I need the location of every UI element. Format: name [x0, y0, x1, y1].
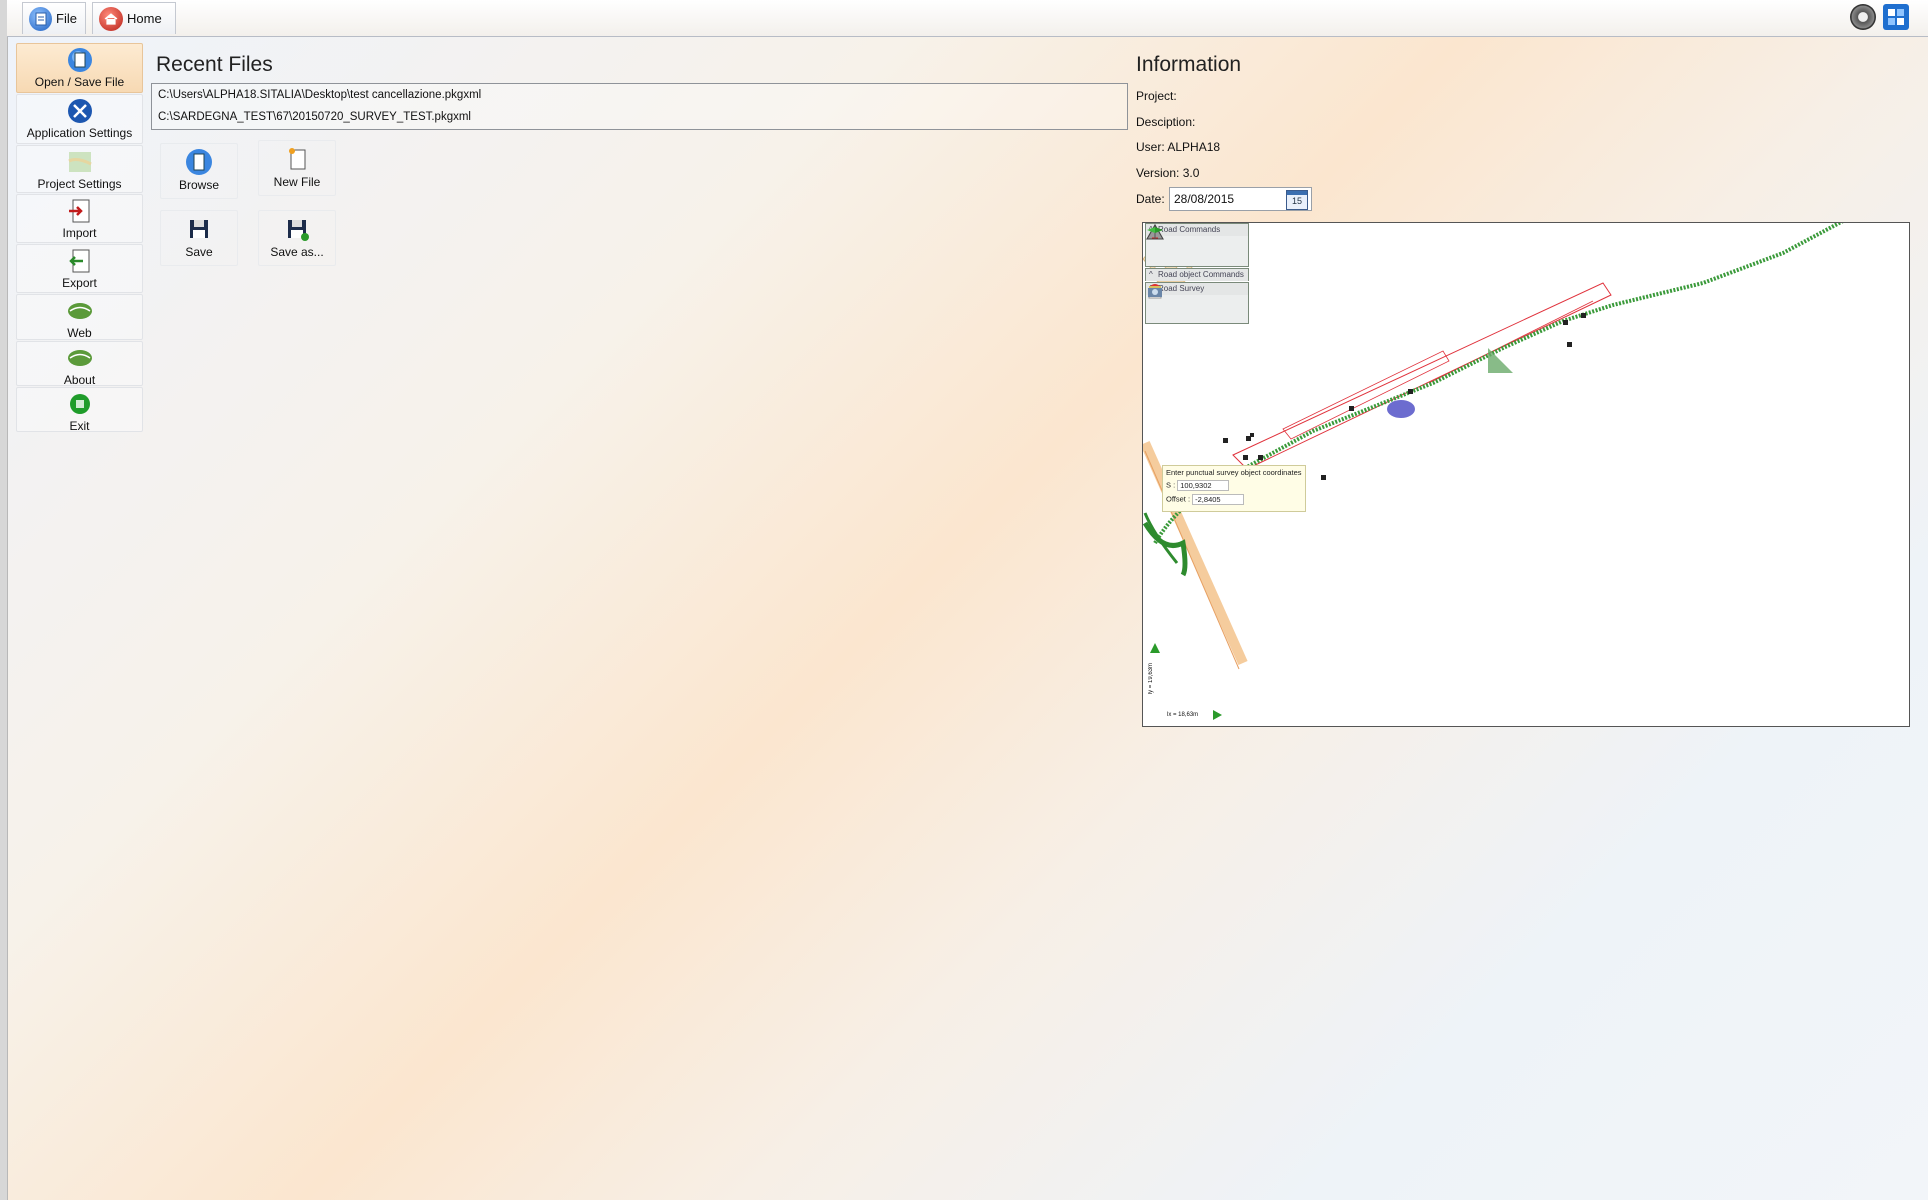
road-survey-panel: Road Survey: [1145, 282, 1249, 324]
gear-icon[interactable]: [1850, 4, 1876, 30]
fullscreen-icon[interactable]: [1883, 4, 1909, 30]
date-label: Date:: [1136, 192, 1165, 206]
save-button[interactable]: Save: [160, 210, 238, 266]
save-as-button[interactable]: Save as...: [258, 210, 336, 266]
description-row: Desciption:: [1136, 115, 1195, 129]
recent-file-item[interactable]: C:\Users\ALPHA18.SITALIA\Desktop\test ca…: [152, 84, 1127, 106]
new-file-label: New File: [273, 175, 321, 189]
backstage-sidebar: Open / Save File Application Settings Pr…: [16, 43, 143, 433]
offset-row: Offset : -2,8405: [1166, 494, 1302, 505]
file-icon: [29, 6, 53, 31]
sidebar-item-label: Export: [62, 276, 97, 290]
popup-title: Enter punctual survey object coordinates: [1166, 468, 1302, 477]
exit-icon: [69, 394, 90, 414]
sidebar-item-exit[interactable]: Exit: [16, 387, 143, 433]
browse-label: Browse: [178, 178, 219, 192]
open-save-icon: [67, 48, 92, 72]
sidebar-item-label: Application Settings: [26, 126, 133, 140]
sidebar-item-application-settings[interactable]: Application Settings: [16, 94, 143, 144]
tab-file-label: File: [56, 11, 77, 26]
project-row: Project:: [1136, 89, 1177, 103]
user-label: User:: [1136, 140, 1165, 154]
sidebar-item-open-save-file[interactable]: Open / Save File: [16, 43, 143, 93]
panel-body: [1146, 224, 1248, 260]
version-row: Version: 3.0: [1136, 166, 1199, 180]
project-label: Project:: [1136, 89, 1177, 103]
recent-files-list: C:\Users\ALPHA18.SITALIA\Desktop\test ca…: [151, 83, 1128, 130]
sidebar-item-export[interactable]: Export: [16, 244, 143, 293]
offset-label: Offset :: [1166, 494, 1191, 504]
ribbon-tab-bar: File Home: [7, 0, 1928, 37]
about-icon: [67, 350, 92, 366]
information-title: Information: [1136, 53, 1242, 76]
calendar-day: 15: [1291, 196, 1302, 206]
import-icon: [68, 199, 89, 223]
date-value[interactable]: 28/08/2015: [1174, 192, 1234, 206]
calendar-icon[interactable]: 15: [1286, 190, 1308, 210]
tools-icon: [67, 99, 92, 123]
road-object-commands-panel: Road object Commands: [1145, 268, 1249, 281]
s-label: S :: [1166, 480, 1176, 490]
version-value: 3.0: [1182, 166, 1200, 180]
tab-home[interactable]: Home: [92, 2, 176, 34]
sidebar-item-label: Exit: [69, 419, 90, 433]
panel-title[interactable]: Road object Commands: [1146, 269, 1248, 281]
sidebar-item-about[interactable]: About: [16, 341, 143, 387]
coordinates-popup: Enter punctual survey object coordinates…: [1162, 465, 1306, 512]
road-map-viewer[interactable]: Road Commands Road object Commands Road …: [1142, 222, 1910, 727]
sidebar-item-label: Import: [62, 226, 97, 240]
flag-icon[interactable]: [1146, 224, 1164, 240]
save-as-icon: [288, 220, 309, 241]
recent-files-title: Recent Files: [156, 53, 273, 76]
save-as-label: Save as...: [270, 245, 324, 259]
new-file-icon: [289, 148, 306, 170]
map-icon: [67, 152, 92, 172]
sidebar-item-import[interactable]: Import: [16, 194, 143, 243]
description-label: Desciption:: [1136, 115, 1196, 129]
sidebar-item-label: Project Settings: [37, 177, 122, 191]
export-icon: [68, 249, 89, 273]
browse-button[interactable]: Browse: [160, 143, 238, 199]
y-scale-label: ly = 19,63m: [1148, 663, 1154, 695]
s-input[interactable]: 100,9302: [1177, 480, 1230, 491]
user-row: User: ALPHA18: [1136, 140, 1220, 154]
save-icon: [190, 220, 208, 238]
panel-body: [1146, 284, 1248, 319]
sidebar-item-web[interactable]: Web: [16, 294, 143, 340]
sidebar-item-label: Open / Save File: [34, 75, 125, 89]
s-row: S : 100,9302: [1166, 480, 1302, 491]
home-icon: [99, 6, 123, 31]
x-scale-label: lx = 18,63m: [1167, 712, 1199, 718]
new-file-button[interactable]: New File: [258, 140, 336, 196]
tab-file[interactable]: File: [22, 2, 86, 34]
window-left-border: [0, 0, 8, 1200]
save-label: Save: [185, 245, 213, 259]
version-label: Version:: [1136, 166, 1180, 180]
camera-icon[interactable]: [1146, 283, 1164, 299]
date-picker[interactable]: 28/08/2015 15: [1169, 187, 1312, 211]
tab-home-label: Home: [127, 11, 162, 26]
offset-input[interactable]: -2,8405: [1192, 494, 1245, 505]
sidebar-item-project-settings[interactable]: Project Settings: [16, 145, 143, 193]
web-icon: [67, 303, 92, 319]
user-value: ALPHA18: [1167, 140, 1221, 154]
road-commands-panel: Road Commands: [1145, 223, 1249, 267]
browse-icon: [186, 149, 212, 175]
recent-file-item[interactable]: C:\SARDEGNA_TEST\67\20150720_SURVEY_TEST…: [152, 106, 1127, 128]
